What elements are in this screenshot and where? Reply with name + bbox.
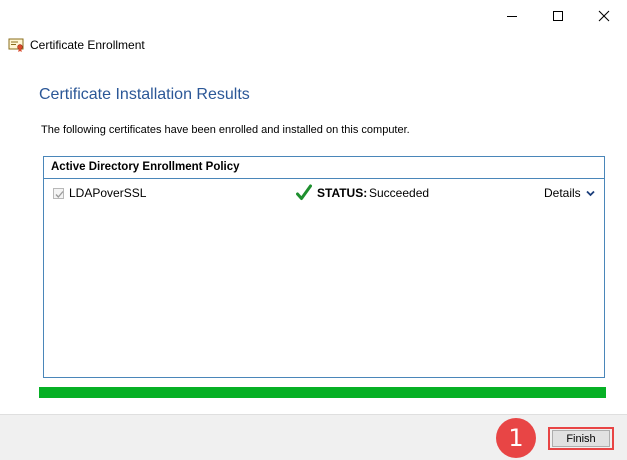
app-header: Certificate Enrollment [8, 37, 145, 53]
chevron-down-icon [586, 190, 595, 196]
certificate-icon [8, 38, 24, 52]
details-toggle[interactable]: Details [544, 186, 595, 200]
certificate-row: LDAPoverSSL STATUS: Succeeded Details [44, 184, 604, 207]
progress-fill [39, 387, 606, 398]
status-label: STATUS: [317, 186, 368, 200]
page-description: The following certificates have been enr… [41, 124, 410, 136]
results-box: Active Directory Enrollment Policy LDAPo… [43, 156, 605, 378]
step-badge: 1 [496, 418, 536, 458]
policy-header: Active Directory Enrollment Policy [44, 157, 604, 179]
close-button[interactable] [581, 0, 627, 32]
minimize-button[interactable] [489, 0, 535, 32]
maximize-icon [553, 11, 563, 21]
status-value: Succeeded [369, 186, 430, 200]
close-icon [598, 10, 610, 22]
minimize-icon [507, 16, 517, 17]
success-check-icon [296, 184, 312, 200]
checkmark-icon [55, 191, 64, 198]
finish-button[interactable]: Finish [552, 430, 610, 447]
page-title: Certificate Installation Results [39, 86, 250, 103]
details-label: Details [544, 186, 581, 200]
certificate-name: LDAPoverSSL [69, 186, 147, 200]
certificate-enrollment-window: Certificate Enrollment Certificate Insta… [0, 0, 627, 460]
progress-bar [39, 387, 606, 398]
window-title: Certificate Enrollment [30, 38, 145, 52]
window-controls [489, 0, 627, 32]
certificate-checkbox[interactable] [53, 188, 64, 199]
maximize-button[interactable] [535, 0, 581, 32]
